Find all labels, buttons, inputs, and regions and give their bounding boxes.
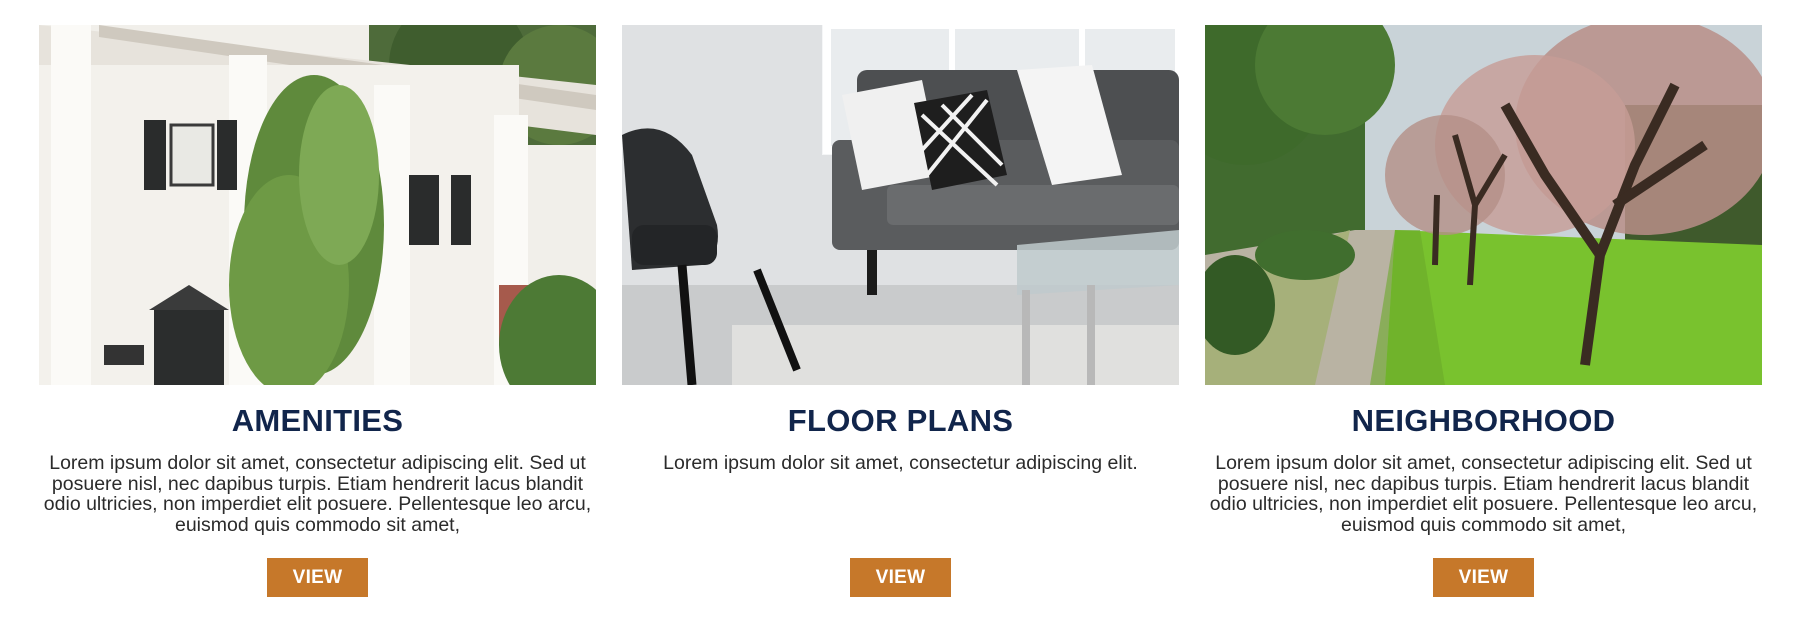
view-button[interactable]: VIEW	[850, 558, 951, 597]
card-amenities: AMENITIES Lorem ipsum dolor sit amet, co…	[39, 25, 596, 597]
view-button[interactable]: VIEW	[267, 558, 368, 597]
card-title: AMENITIES	[231, 403, 404, 438]
card-neighborhood: NEIGHBORHOOD Lorem ipsum dolor sit amet,…	[1205, 25, 1762, 597]
tree-lined-path-photo	[1205, 25, 1762, 385]
card-description: Lorem ipsum dolor sit amet, consectetur …	[43, 452, 592, 536]
view-button[interactable]: VIEW	[1433, 558, 1534, 597]
card-title: FLOOR PLANS	[787, 403, 1014, 438]
card-floor-plans: FLOOR PLANS Lorem ipsum dolor sit amet, …	[622, 25, 1179, 597]
card-title: NEIGHBORHOOD	[1351, 403, 1616, 438]
building-photo	[39, 25, 596, 385]
card-description: Lorem ipsum dolor sit amet, consectetur …	[663, 452, 1138, 474]
living-room-photo	[622, 25, 1179, 385]
card-description: Lorem ipsum dolor sit amet, consectetur …	[1209, 452, 1758, 536]
